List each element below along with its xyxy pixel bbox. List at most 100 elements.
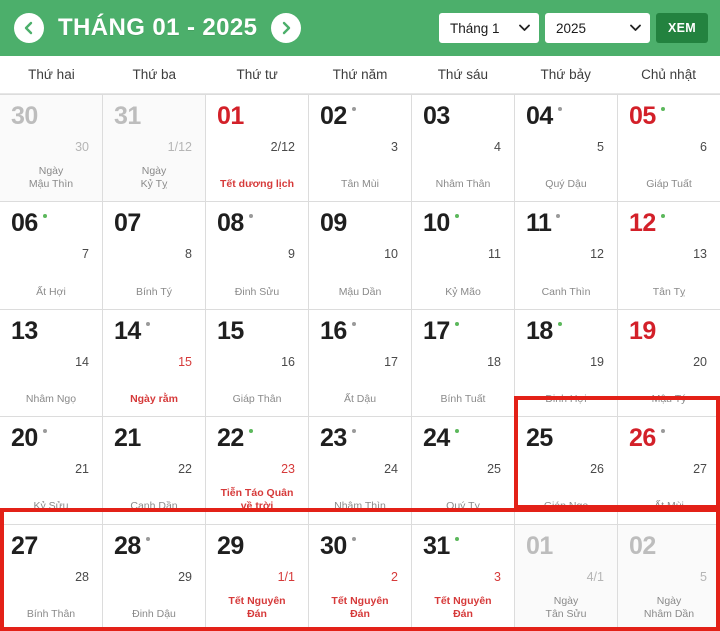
solar-row: 11 — [526, 211, 606, 241]
day-note: Bính Tý — [136, 285, 172, 298]
good-day-dot-icon — [454, 321, 459, 326]
lunar-date: 5 — [700, 569, 707, 584]
day-cell[interactable]: 31 3 Tết Nguyên Đán — [412, 524, 514, 631]
day-cell[interactable]: 15 16 Giáp Thân — [206, 309, 308, 417]
solar-date: 29 — [217, 531, 244, 560]
day-cell[interactable]: 09 10 Mậu Dần — [309, 202, 411, 309]
day-cell[interactable]: 20 21 Kỷ Sửu — [0, 417, 102, 524]
solar-date: 14 — [114, 316, 141, 345]
weekday-header-row: Thứ hai Thứ ba Thứ tư Thứ năm Thứ sáu Thứ bảy… — [0, 56, 720, 94]
day-cell[interactable]: 24 25 Quý Tỵ — [412, 417, 514, 524]
good-day-dot-icon — [557, 321, 562, 326]
day-cell[interactable]: 11 12 Canh Thìn — [515, 202, 617, 309]
day-cell[interactable]: 26 27 Ất Mùi — [618, 417, 720, 524]
solar-row: 13 — [11, 318, 91, 349]
day-cell[interactable]: 03 4 Nhâm Thân — [412, 95, 514, 202]
lunar-date: 17 — [384, 354, 398, 369]
solar-row: 23 — [320, 426, 400, 456]
solar-date: 31 — [114, 102, 141, 130]
day-cell[interactable]: 28 29 Đinh Dậu — [103, 524, 205, 631]
lunar-date: 9 — [288, 247, 295, 262]
day-note: Ngày Mậu Thìn — [28, 165, 74, 191]
day-cell[interactable]: 19 20 Mậu Tý — [618, 309, 720, 417]
year-select[interactable]: 2025 — [545, 13, 650, 43]
good-day-dot-icon — [351, 321, 356, 326]
day-cell[interactable]: 01 2/12 Tết dương lịch — [206, 95, 308, 202]
day-note: Tết Nguyên Đán — [331, 594, 389, 620]
solar-date: 28 — [114, 531, 141, 560]
day-note: Tân Mùi — [341, 178, 379, 191]
good-day-dot-icon — [42, 429, 47, 434]
solar-row: 21 — [114, 426, 194, 456]
day-cell[interactable]: 30 30 Ngày Mậu Thìn — [0, 95, 102, 202]
day-cell[interactable]: 14 15 Ngày rằm — [103, 309, 205, 417]
day-note: Nhâm Thân — [435, 178, 491, 191]
solar-date: 25 — [526, 424, 553, 453]
day-note: Đinh Dậu — [132, 607, 176, 620]
lunar-date: 3 — [391, 140, 398, 154]
day-cell[interactable]: 10 11 Kỷ Mão — [412, 202, 514, 309]
day-cell[interactable]: 02 5 Ngày Nhâm Dần — [618, 524, 720, 631]
solar-date: 30 — [320, 531, 347, 560]
lunar-date: 7 — [82, 247, 89, 262]
day-note: Ất Hợi — [36, 285, 66, 298]
day-cell[interactable]: 12 13 Tân Tỵ — [618, 202, 720, 309]
solar-row: 03 — [423, 104, 503, 134]
weekday-label-0: Thứ hai — [28, 67, 75, 82]
solar-row: 31 — [423, 533, 503, 564]
day-cell[interactable]: 04 5 Quý Dậu — [515, 95, 617, 202]
day-cell[interactable]: 01 4/1 Ngày Tân Sửu — [515, 524, 617, 631]
prev-month-button[interactable] — [14, 13, 44, 43]
lunar-date: 24 — [384, 462, 398, 477]
day-cell[interactable]: 22 23 Tiễn Táo Quân về trời — [206, 417, 308, 524]
day-note: Quý Tỵ — [446, 500, 480, 513]
solar-row: 31 — [114, 104, 194, 134]
day-cell[interactable]: 08 9 Đinh Sửu — [206, 202, 308, 309]
solar-date: 12 — [629, 209, 656, 238]
day-cell[interactable]: 21 22 Canh Dần — [103, 417, 205, 524]
day-cell[interactable]: 27 28 Bính Thân — [0, 524, 102, 631]
good-day-dot-icon — [42, 214, 47, 219]
lunar-date: 11 — [488, 247, 501, 262]
solar-date: 19 — [629, 316, 656, 345]
day-note: Tết Nguyên Đán — [228, 594, 286, 620]
day-cell[interactable]: 18 19 Đinh Hợi — [515, 309, 617, 417]
day-cell[interactable]: 13 14 Nhâm Ngọ — [0, 309, 102, 417]
day-cell[interactable]: 25 26 Giáp Ngọ — [515, 417, 617, 524]
day-cell[interactable]: 17 18 Bính Tuất — [412, 309, 514, 417]
day-cell[interactable]: 07 8 Bính Tý — [103, 202, 205, 309]
solar-date: 11 — [526, 209, 552, 238]
day-cell[interactable]: 31 1/12 Ngày Kỷ Tỵ — [103, 95, 205, 202]
lunar-date: 6 — [700, 140, 707, 154]
lunar-date: 1/12 — [167, 140, 192, 154]
solar-date: 03 — [423, 102, 450, 130]
solar-row: 08 — [217, 211, 297, 241]
day-cell[interactable]: 29 1/1 Tết Nguyên Đán — [206, 524, 308, 631]
day-note: Bính Thân — [26, 607, 76, 620]
solar-date: 15 — [217, 316, 244, 345]
day-note: Tết Nguyên Đán — [434, 594, 492, 620]
day-note: Ất Mùi — [654, 500, 684, 513]
solar-date: 24 — [423, 424, 450, 453]
view-button[interactable]: XEM — [656, 13, 708, 43]
month-select[interactable]: Tháng 1 — [439, 13, 539, 43]
solar-date: 04 — [526, 102, 553, 130]
good-day-dot-icon — [351, 107, 356, 111]
calendar-grid: 30 30 Ngày Mậu Thìn 31 1/12 Ngày Kỷ Tỵ 01 2/12 T… — [0, 94, 720, 631]
day-note: Giáp Ngọ — [543, 500, 589, 513]
next-month-button[interactable] — [271, 13, 302, 43]
day-cell[interactable]: 30 2 Tết Nguyên Đán — [309, 524, 411, 631]
day-cell[interactable]: 06 7 Ất Hợi — [0, 202, 102, 309]
day-cell[interactable]: 23 24 Nhâm Thìn — [309, 417, 411, 524]
day-cell[interactable]: 02 3 Tân Mùi — [309, 95, 411, 202]
day-cell[interactable]: 05 6 Giáp Tuất — [618, 95, 720, 202]
day-note: Ất Dậu — [343, 393, 377, 406]
solar-row: 04 — [526, 104, 606, 134]
solar-date: 27 — [11, 531, 38, 560]
solar-date: 23 — [320, 424, 347, 453]
day-note: Tiễn Táo Quân về trời — [220, 487, 294, 513]
solar-row: 29 — [217, 531, 297, 564]
day-cell[interactable]: 16 17 Ất Dậu — [309, 309, 411, 417]
solar-date: 26 — [629, 424, 656, 453]
solar-date: 16 — [320, 316, 347, 345]
